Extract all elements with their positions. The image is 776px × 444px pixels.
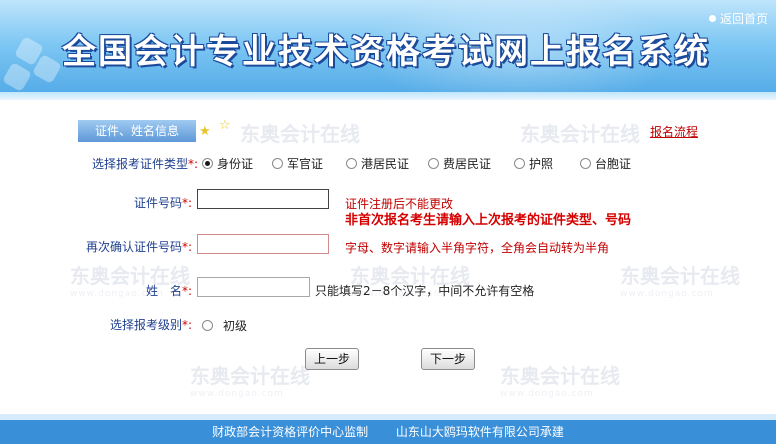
radio-button[interactable] [272, 158, 283, 169]
radio-button[interactable] [202, 158, 213, 169]
radio-macau-resident[interactable]: 费居民证 [428, 155, 491, 172]
id-number-label: 证件号码*: [70, 194, 192, 211]
radio-button[interactable] [580, 158, 591, 169]
level-label-text: 选择报考级别 [109, 318, 182, 332]
id-type-label-text: 选择报考证件类型 [91, 157, 188, 171]
tab-id-name-info[interactable]: 证件、姓名信息 [78, 120, 196, 142]
radio-passport[interactable]: 护照 [514, 155, 553, 172]
radio-label: 费居民证 [443, 157, 492, 171]
name-input[interactable] [197, 277, 310, 297]
watermark: 东奥会计在线 www.dongao.com [190, 364, 310, 399]
id-note-returning: 非首次报名考生请输入上次报考的证件类型、号码 [345, 213, 632, 228]
id-number-label-text: 证件号码 [133, 196, 182, 210]
name-note: 只能填写2－8个汉字，中间不允许有空格 [315, 284, 535, 298]
page-header: 全国会计专业技术资格考试网上报名系统 返回首页 [0, 0, 776, 100]
confirm-id-label: 再次确认证件号码*: [70, 238, 192, 255]
header-ribbon [0, 92, 776, 100]
radio-button[interactable] [346, 158, 357, 169]
watermark: 东奥会计在线 [520, 122, 640, 146]
bullet-icon [708, 15, 716, 22]
prev-step-button[interactable]: 上一步 [305, 348, 359, 370]
radio-level-junior[interactable]: 初级 [202, 317, 247, 334]
radio-hk-resident[interactable]: 港居民证 [346, 155, 409, 172]
radio-label: 军官证 [287, 157, 324, 171]
star-icon: ★ [199, 124, 211, 139]
required-mark: *: [181, 240, 192, 254]
radio-button[interactable] [428, 158, 439, 169]
radio-label: 初级 [223, 319, 248, 333]
radio-id-card[interactable]: 身份证 [202, 155, 253, 172]
registration-flow-link[interactable]: 报名流程 [650, 123, 698, 140]
radio-officer-card[interactable]: 军官证 [272, 155, 323, 172]
id-type-label: 选择报考证件类型*: [70, 155, 198, 172]
radio-label: 护照 [529, 157, 554, 171]
hexagon-decor [1, 61, 33, 93]
name-label-text: 姓 名 [145, 284, 182, 298]
required-mark: *: [181, 318, 192, 332]
radio-button[interactable] [202, 320, 213, 331]
level-label: 选择报考级别*: [70, 316, 192, 333]
radio-label: 台胞证 [595, 157, 632, 171]
watermark: 东奥会计在线 www.dongao.com [620, 264, 740, 299]
required-mark: *: [181, 196, 192, 210]
system-title: 全国会计专业技术资格考试网上报名系统 [62, 32, 710, 72]
back-home-label: 返回首页 [719, 12, 768, 26]
next-step-button[interactable]: 下一步 [421, 348, 475, 370]
star-icon: ☆ [219, 118, 231, 133]
back-home-link[interactable]: 返回首页 [708, 10, 768, 27]
page-footer: 财政部会计资格评价中心监制 山东山大鸥玛软件有限公司承建 [0, 420, 776, 444]
required-mark: *: [187, 157, 198, 171]
radio-button[interactable] [514, 158, 525, 169]
radio-label: 港居民证 [361, 157, 410, 171]
id-number-input[interactable] [197, 189, 329, 209]
watermark: 东奥会计在线 [240, 122, 360, 146]
footer-supervisor: 财政部会计资格评价中心监制 [212, 425, 369, 439]
footer-builder: 山东山大鸥玛软件有限公司承建 [395, 425, 564, 439]
name-label: 姓 名*: [70, 282, 192, 299]
required-mark: *: [181, 284, 192, 298]
confirm-id-label-text: 再次确认证件号码 [85, 240, 182, 254]
radio-taiwan-permit[interactable]: 台胞证 [580, 155, 631, 172]
watermark: 东奥会计在线 www.dongao.com [500, 364, 620, 399]
halfwidth-note: 字母、数字请输入半角字符，全角会自动转为半角 [345, 241, 610, 255]
confirm-id-input[interactable] [197, 234, 329, 254]
radio-label: 身份证 [217, 157, 254, 171]
